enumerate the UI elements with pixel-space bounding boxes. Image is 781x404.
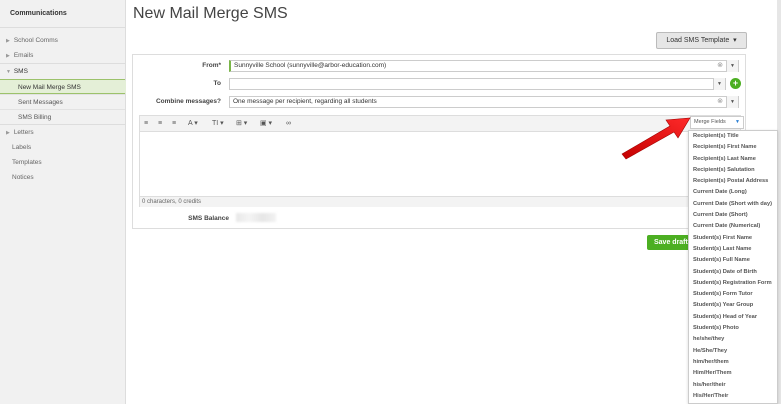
merge-field-option[interactable]: Student(s) First Name (689, 233, 777, 244)
merge-field-option[interactable]: he/she/they (689, 334, 777, 345)
sms-balance-value (236, 213, 276, 222)
merge-field-option[interactable]: Recipient(s) Salutation (689, 165, 777, 176)
merge-field-option[interactable]: Student(s) Date of Birth (689, 267, 777, 278)
merge-field-option[interactable]: Student(s) Head of Year (689, 312, 777, 323)
load-template-label: Load SMS Template (666, 37, 730, 44)
combine-label: Combine messages? (155, 98, 221, 105)
merge-field-option[interactable]: Recipient(s) Postal Address (689, 176, 777, 187)
merge-fields-list: Recipient(s) Title Recipient(s) First Nam… (688, 130, 778, 404)
sidebar-item-notices[interactable]: Notices (0, 170, 125, 185)
merge-fields-label: Merge Fields (694, 119, 726, 125)
sidebar-title: Communications (0, 0, 125, 28)
save-draft-button[interactable]: Save draft (647, 235, 692, 250)
merge-field-option[interactable]: Student(s) Last Name (689, 244, 777, 255)
caret-down-icon: ▾ (731, 37, 737, 44)
sidebar-item-sms-billing[interactable]: SMS Billing (0, 109, 125, 124)
combine-value: One message per recipient, regarding all… (233, 98, 377, 105)
merge-field-option[interactable]: Student(s) Form Tutor (689, 289, 777, 300)
from-field[interactable]: Sunnyville School (sunnyville@arbor-educ… (229, 60, 739, 72)
merge-fields-dropdown[interactable]: Merge Fields ▼ (690, 116, 744, 129)
align-left-icon[interactable]: ≡ (144, 119, 148, 129)
merge-field-option[interactable]: Current Date (Long) (689, 187, 777, 198)
merge-field-option[interactable]: His/Her/Their (689, 391, 777, 402)
merge-field-option[interactable]: Recipient(s) Last Name (689, 154, 777, 165)
merge-field-option[interactable]: Recipient(s) Title (689, 131, 777, 142)
dropdown-arrow-icon: ▼ (735, 119, 740, 125)
merge-field-option[interactable]: Recipient(s) First Name (689, 142, 777, 153)
clear-icon[interactable]: ⊗ (717, 97, 723, 107)
merge-field-option[interactable]: Him/Her/Them (689, 368, 777, 379)
clear-icon[interactable]: ⊗ (717, 61, 723, 71)
to-row: To ▼ + (133, 78, 745, 90)
combine-field[interactable]: One message per recipient, regarding all… (229, 96, 739, 108)
dropdown-arrow-icon[interactable]: ▼ (726, 96, 738, 108)
sidebar-item-letters[interactable]: ▶ Letters (0, 125, 125, 140)
sidebar-sms-section: ▼ SMS New Mail Merge SMS Sent Messages S… (0, 63, 130, 125)
sidebar-item-label: Emails (13, 52, 34, 59)
table-icon[interactable]: ⊞ ▾ (236, 119, 247, 129)
merge-field-option[interactable]: his/her/their (689, 380, 777, 391)
merge-field-option[interactable]: Student(s) Registration Form (689, 278, 777, 289)
sidebar-item-school-comms[interactable]: ▶ School Comms (0, 33, 125, 48)
sidebar-item-label: School Comms (13, 37, 58, 44)
sidebar-item-sms[interactable]: ▼ SMS (0, 64, 125, 79)
sms-balance-label: SMS Balance (188, 215, 229, 222)
font-size-icon[interactable]: TI ▾ (212, 119, 224, 129)
annotation-arrow-icon (621, 117, 691, 160)
sidebar-item-label: Letters (13, 129, 34, 136)
align-center-icon[interactable]: ≡ (158, 119, 162, 129)
align-right-icon[interactable]: ≡ (172, 119, 176, 129)
load-sms-template-button[interactable]: Load SMS Template ▾ (656, 32, 747, 49)
page-title: New Mail Merge SMS (133, 5, 288, 22)
chevron-down-icon: ▼ (6, 69, 11, 75)
to-field[interactable]: ▼ (229, 78, 726, 90)
from-row: From* Sunnyville School (sunnyville@arbo… (133, 60, 745, 72)
sidebar-item-labels[interactable]: Labels (0, 140, 125, 155)
add-recipient-icon[interactable]: + (730, 78, 741, 89)
main-content: New Mail Merge SMS Load SMS Template ▾ F… (126, 0, 781, 404)
merge-field-option[interactable]: He/She/They (689, 346, 777, 357)
chevron-right-icon: ▶ (6, 130, 10, 136)
merge-field-option[interactable]: Student(s) Photo (689, 323, 777, 334)
link-icon[interactable]: ∞ (286, 119, 291, 129)
merge-field-option[interactable]: Current Date (Short) (689, 210, 777, 221)
merge-field-option[interactable]: him/her/them (689, 357, 777, 368)
combine-row: Combine messages? One message per recipi… (133, 96, 745, 108)
dropdown-arrow-icon[interactable]: ▼ (726, 60, 738, 72)
merge-field-option[interactable]: Student(s) Year Group (689, 300, 777, 311)
merge-field-option[interactable]: Current Date (Numerical) (689, 221, 777, 232)
sidebar-item-new-mail-merge-sms[interactable]: New Mail Merge SMS (0, 79, 130, 94)
chevron-right-icon: ▶ (6, 38, 10, 44)
from-value: Sunnyville School (sunnyville@arbor-educ… (234, 62, 387, 69)
insert-icon[interactable]: ▣ ▾ (260, 119, 272, 129)
sidebar-item-label: SMS (13, 68, 28, 75)
sidebar-item-sent-messages[interactable]: Sent Messages (0, 94, 125, 109)
merge-field-option[interactable]: Student(s) Full Name (689, 255, 777, 266)
sidebar: Communications ▶ School Comms ▶ Emails ▼… (0, 0, 130, 404)
dropdown-arrow-icon[interactable]: ▼ (713, 78, 725, 90)
font-color-icon[interactable]: A ▾ (188, 119, 198, 129)
from-label: From* (202, 62, 221, 69)
merge-field-option[interactable]: Current Date (Short with day) (689, 199, 777, 210)
sidebar-item-emails[interactable]: ▶ Emails (0, 48, 125, 63)
character-count: 0 characters, 0 credits (140, 196, 740, 207)
sidebar-item-templates[interactable]: Templates (0, 155, 125, 170)
chevron-right-icon: ▶ (6, 53, 10, 59)
to-label: To (213, 80, 221, 87)
